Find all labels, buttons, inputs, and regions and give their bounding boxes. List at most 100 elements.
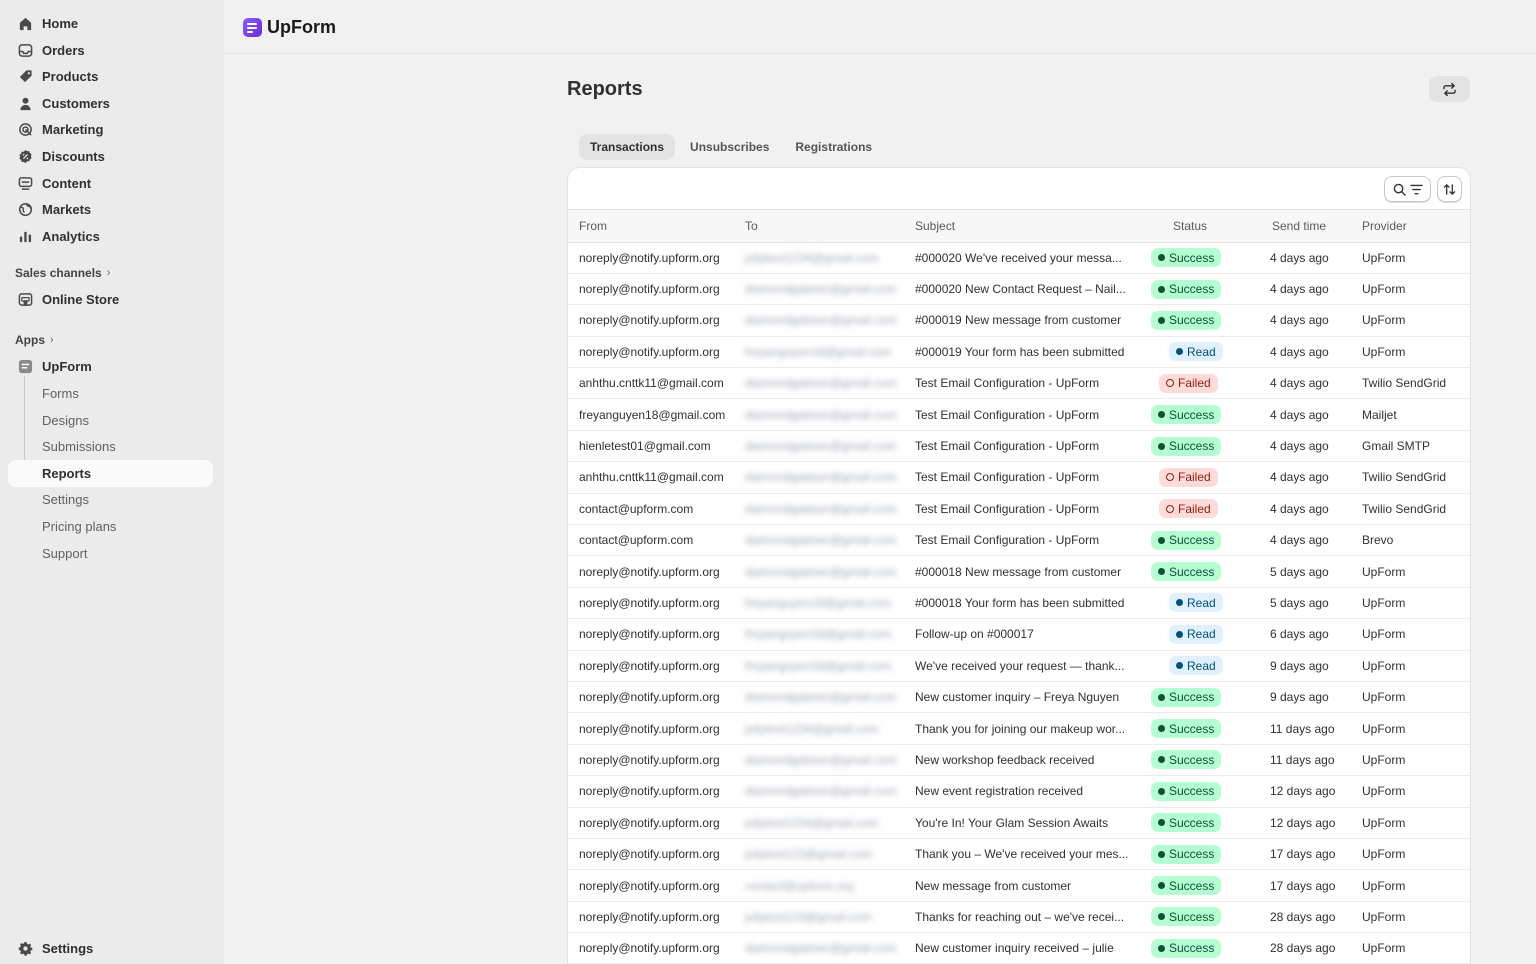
- bar-chart-icon: [17, 228, 33, 244]
- sidebar-item-settings[interactable]: Settings: [8, 935, 213, 962]
- table-row[interactable]: noreply@notify.upform.org freyanguyen18@g…: [568, 618, 1470, 651]
- recipient-email-blurred: diamondgatewn@gmail.com: [745, 313, 897, 328]
- cell-subject: #000020 New Contact Request – Nail...: [904, 273, 1149, 306]
- table-row[interactable]: noreply@notify.upform.org diamondgatewn@g…: [568, 744, 1470, 777]
- sidebar-item-label: Markets: [42, 202, 92, 218]
- table-row[interactable]: noreply@notify.upform.org juliytest1234@g…: [568, 712, 1470, 745]
- table-row[interactable]: contact@upform.com diamondgatewn@gmail.co…: [568, 524, 1470, 557]
- cell-to: diamondgatewn@gmail.com: [734, 932, 904, 964]
- recipient-email-blurred: contact@upform.org: [745, 878, 854, 893]
- status-dot-icon: [1158, 442, 1165, 450]
- sidebar-item-discounts[interactable]: Discounts: [8, 143, 213, 170]
- table-row[interactable]: noreply@notify.upform.org diamondgatewn@g…: [568, 775, 1470, 808]
- sidebar-subitem-designs[interactable]: Designs: [8, 407, 213, 434]
- table-row[interactable]: noreply@notify.upform.org diamondgatewn@g…: [568, 304, 1470, 337]
- recipient-email-blurred: diamondgatewn@gmail.com: [745, 282, 897, 297]
- cell-provider: Twilio SendGrid: [1351, 461, 1470, 494]
- column-header-subject[interactable]: Subject: [904, 210, 1149, 243]
- column-header-status[interactable]: Status: [1149, 210, 1264, 243]
- sidebar-subitem-label: Submissions: [42, 439, 116, 455]
- cell-send-time: 6 days ago: [1264, 618, 1351, 651]
- sort-button[interactable]: [1437, 176, 1462, 202]
- sort-icon: [1443, 183, 1456, 195]
- cell-send-time: 4 days ago: [1264, 430, 1351, 463]
- tab-registrations[interactable]: Registrations: [784, 134, 883, 160]
- sidebar-item-products[interactable]: Products: [8, 63, 213, 90]
- table-row[interactable]: noreply@notify.upform.org juliytest123@gm…: [568, 838, 1470, 871]
- table-row[interactable]: noreply@notify.upform.org freyanguyen18@g…: [568, 650, 1470, 682]
- table-row[interactable]: noreply@notify.upform.org juliytest1234@g…: [568, 242, 1470, 274]
- sidebar-item-upform[interactable]: UpForm: [8, 353, 213, 380]
- status-label: Success: [1169, 564, 1215, 579]
- sidebar-subitem-reports[interactable]: Reports: [8, 459, 213, 487]
- sidebar-subitem-support[interactable]: Support: [8, 540, 213, 567]
- column-header-from[interactable]: From: [568, 210, 734, 243]
- cell-from: contact@upform.com: [568, 493, 734, 526]
- cell-send-time: 9 days ago: [1264, 681, 1351, 714]
- table-row[interactable]: noreply@notify.upform.org juliytest123@gm…: [568, 901, 1470, 934]
- status-label: Success: [1169, 250, 1215, 265]
- apps-header[interactable]: Apps ›: [15, 333, 54, 347]
- sidebar-item-home[interactable]: Home: [8, 10, 213, 37]
- sidebar-item-marketing[interactable]: Marketing: [8, 116, 213, 143]
- status-label: Success: [1169, 784, 1215, 799]
- sidebar-subitem-settings[interactable]: Settings: [8, 486, 213, 513]
- cell-status: Success: [1149, 430, 1264, 463]
- column-header-to[interactable]: To: [734, 210, 904, 243]
- refresh-button[interactable]: [1429, 76, 1470, 102]
- sidebar-subitem-forms[interactable]: Forms: [8, 380, 213, 407]
- upform-logo-icon: [243, 18, 262, 37]
- tab-transactions[interactable]: Transactions: [579, 134, 676, 160]
- cell-from: hienletest01@gmail.com: [568, 430, 734, 463]
- cell-from: noreply@notify.upform.org: [568, 650, 734, 682]
- table-row[interactable]: noreply@notify.upform.org freyanguyen18@g…: [568, 336, 1470, 369]
- cell-status: Read: [1149, 587, 1264, 620]
- status-label: Success: [1169, 439, 1215, 454]
- cell-provider: Twilio SendGrid: [1351, 367, 1470, 400]
- cell-to: diamondgatewn@gmail.com: [734, 273, 904, 306]
- table-row[interactable]: noreply@notify.upform.org diamondgatewn@g…: [568, 555, 1470, 588]
- status-dot-icon: [1166, 473, 1174, 482]
- cell-provider: UpForm: [1351, 869, 1470, 902]
- sidebar-item-analytics[interactable]: Analytics: [8, 223, 213, 250]
- cell-subject: Thank you for joining our makeup wor...: [904, 712, 1149, 745]
- cell-send-time: 28 days ago: [1264, 901, 1351, 934]
- status-badge: Failed: [1159, 499, 1218, 519]
- table-row[interactable]: noreply@notify.upform.org diamondgatewn@g…: [568, 273, 1470, 306]
- discount-icon: [17, 149, 33, 165]
- table-row[interactable]: anhthu.cnttk11@gmail.com diamondgatewn@gm…: [568, 461, 1470, 494]
- status-label: Failed: [1178, 376, 1211, 391]
- column-header-provider[interactable]: Provider: [1351, 210, 1470, 243]
- sidebar-subitem-submissions[interactable]: Submissions: [8, 433, 213, 460]
- cell-send-time: 4 days ago: [1264, 524, 1351, 557]
- sidebar-item-markets[interactable]: Markets: [8, 196, 213, 223]
- cell-to: freyanguyen18@gmail.com: [734, 618, 904, 651]
- sidebar-item-label: Customers: [42, 95, 110, 111]
- cell-send-time: 17 days ago: [1264, 838, 1351, 871]
- search-filter-button[interactable]: [1384, 176, 1431, 202]
- table-row[interactable]: noreply@notify.upform.org juliytest1234@g…: [568, 807, 1470, 839]
- status-badge: Success: [1151, 781, 1222, 801]
- sidebar-subitem-label: Settings: [42, 492, 89, 508]
- sidebar-item-online-store[interactable]: Online Store: [8, 286, 213, 313]
- chevron-right-icon: ›: [50, 334, 54, 346]
- column-header-send-time[interactable]: Send time: [1264, 210, 1351, 243]
- sales-channels-header[interactable]: Sales channels ›: [15, 266, 110, 280]
- table-toolbar: [568, 168, 1470, 210]
- cell-from: contact@upform.com: [568, 524, 734, 557]
- sidebar-item-orders[interactable]: Orders: [8, 37, 213, 64]
- table-row[interactable]: noreply@notify.upform.org contact@upform.…: [568, 869, 1470, 902]
- table-row[interactable]: freyanguyen18@gmail.com diamondgatewn@gma…: [568, 398, 1470, 431]
- sidebar-subitem-pricing-plans[interactable]: Pricing plans: [8, 513, 213, 540]
- table-row[interactable]: contact@upform.com diamondgatewn@gmail.co…: [568, 493, 1470, 526]
- cell-provider: UpForm: [1351, 932, 1470, 964]
- sidebar-item-customers[interactable]: Customers: [8, 90, 213, 117]
- tab-unsubscribes[interactable]: Unsubscribes: [679, 134, 780, 160]
- table-row[interactable]: noreply@notify.upform.org diamondgatewn@g…: [568, 681, 1470, 714]
- table-row[interactable]: anhthu.cnttk11@gmail.com diamondgatewn@gm…: [568, 367, 1470, 400]
- sidebar-item-content[interactable]: Content: [8, 170, 213, 197]
- table-row[interactable]: hienletest01@gmail.com diamondgatewn@gmai…: [568, 430, 1470, 463]
- table-row[interactable]: noreply@notify.upform.org freyanguyen18@g…: [568, 587, 1470, 620]
- cell-subject: Test Email Configuration - UpForm: [904, 398, 1149, 431]
- table-row[interactable]: noreply@notify.upform.org diamondgatewn@g…: [568, 932, 1470, 964]
